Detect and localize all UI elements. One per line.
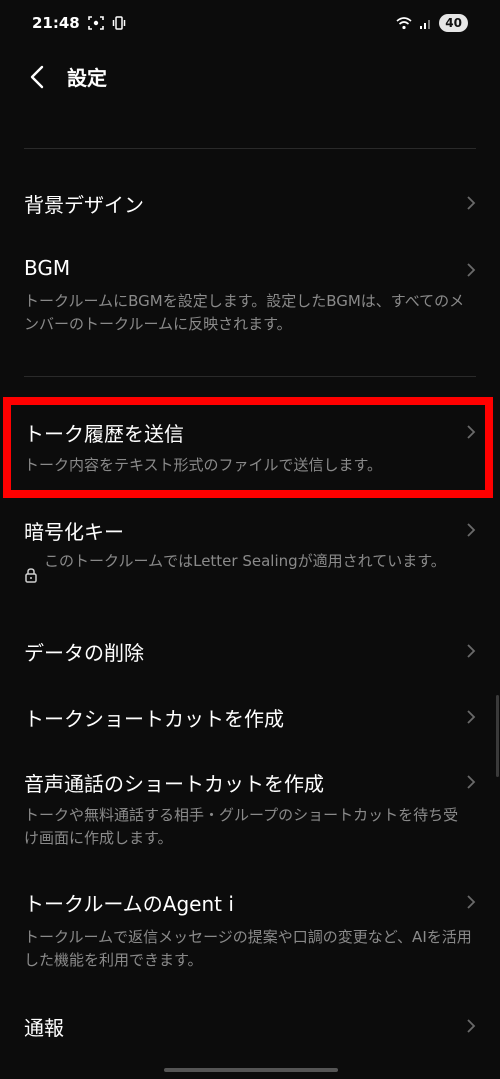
home-indicator[interactable]: [164, 1068, 338, 1072]
item-title: 音声通話のショートカットを作成: [24, 772, 324, 796]
chevron-right-icon: [467, 263, 476, 277]
scrollbar-thumb[interactable]: [496, 695, 499, 777]
item-description: トークや無料通話する相手・グループのショートカットを待ち受け画面に作成します。: [24, 806, 459, 847]
chevron-right-icon: [467, 644, 476, 658]
battery-badge: 40: [439, 14, 468, 32]
item-title: トークショートカットを作成: [24, 707, 284, 731]
setting-delete-data[interactable]: データの削除: [0, 624, 500, 676]
divider: [24, 376, 476, 377]
highlight-box: [3, 397, 493, 498]
setting-create-chat-shortcut[interactable]: トークショートカットを作成: [0, 690, 500, 742]
divider: [24, 148, 476, 149]
chevron-right-icon: [467, 196, 476, 210]
chevron-right-icon: [467, 895, 476, 909]
chevron-right-icon: [467, 1019, 476, 1033]
vibrate-icon: [112, 16, 125, 30]
settings-screen: 21:48 40 設定 背景デザイン BGM トークルームにBGMを設定します。…: [0, 0, 500, 1079]
status-left: 21:48: [32, 14, 126, 32]
setting-report[interactable]: 通報: [0, 1000, 500, 1052]
wifi-icon: [396, 17, 412, 30]
item-description: トークルームにBGMを設定します。設定したBGMは、すべてのメンバーのトークルー…: [24, 292, 465, 333]
item-description: このトークルームではLetter Sealingが適用されています。: [44, 552, 446, 570]
item-title: 暗号化キー: [24, 520, 124, 544]
status-bar: 21:48 40: [0, 0, 500, 46]
item-title: 通報: [24, 1016, 64, 1040]
chevron-right-icon: [467, 710, 476, 724]
chevron-right-icon: [467, 523, 476, 537]
status-time: 21:48: [32, 14, 80, 32]
item-title: データの削除: [24, 641, 144, 665]
item-title: トークルームのAgent i: [24, 892, 234, 916]
setting-create-voice-call-shortcut[interactable]: 音声通話のショートカットを作成 トークや無料通話する相手・グループのショートカッ…: [0, 758, 500, 854]
signal-icon: [420, 20, 431, 29]
setting-background-design[interactable]: 背景デザイン: [0, 176, 500, 228]
status-right: 40: [395, 14, 468, 32]
item-title: BGM: [24, 256, 71, 280]
screenshot-icon: [87, 16, 104, 30]
back-arrow-icon[interactable]: [26, 64, 48, 90]
lock-icon: [25, 568, 37, 583]
item-title: 背景デザイン: [24, 193, 144, 217]
setting-agent-i[interactable]: トークルームのAgent i トークルームで返信メッセージの提案や口調の変更など…: [0, 878, 500, 974]
chevron-right-icon: [467, 775, 476, 789]
header: 設定: [0, 50, 500, 102]
setting-encryption-key[interactable]: 暗号化キー このトークルームではLetter Sealingが適用されています。: [0, 508, 500, 604]
setting-bgm[interactable]: BGM トークルームにBGMを設定します。設定したBGMは、すべてのメンバーのト…: [0, 248, 500, 344]
item-description: トークルームで返信メッセージの提案や口調の変更など、AIを活用した機能を利用でき…: [24, 928, 472, 969]
page-title: 設定: [67, 66, 107, 90]
